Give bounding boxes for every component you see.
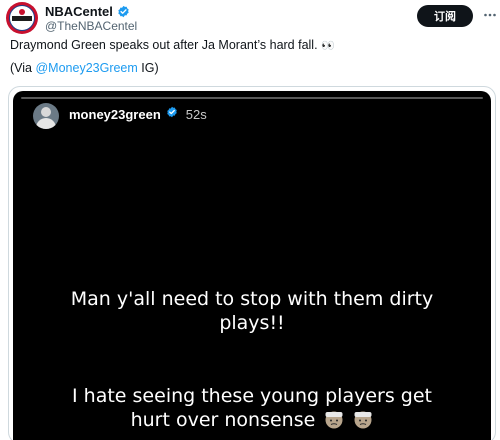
story-caption-1: Man y'all need to stop with them dirty p… — [13, 287, 491, 335]
story-username: money23green — [69, 106, 161, 122]
tweet-text-line-1: Draymond Green speaks out after Ja Moran… — [10, 38, 335, 54]
avatar-dot — [19, 9, 25, 15]
more-dots-icon[interactable] — [483, 8, 497, 22]
display-name[interactable]: NBACentel — [45, 4, 113, 19]
via-mention-link[interactable]: @Money23Greem — [35, 61, 137, 75]
avatar-stripe — [12, 16, 32, 21]
nba-centel-logo-icon[interactable] — [6, 2, 38, 34]
instagram-story-screenshot: money23green 52s Man y'all need to stop … — [13, 91, 491, 440]
story-progress-bar — [21, 97, 483, 99]
tweet-card: NBACentel @TheNBACentel 订阅 Draymond Gree… — [0, 0, 500, 440]
via-suffix: IG) — [137, 61, 159, 75]
face-with-head-bandage-icon — [353, 409, 373, 429]
handle[interactable]: @TheNBACentel — [45, 19, 137, 34]
story-avatar — [33, 103, 59, 129]
story-user-row: money23green 52s — [69, 105, 207, 123]
story-time: 52s — [185, 106, 207, 122]
subscribe-button[interactable]: 订阅 — [417, 5, 473, 27]
via-prefix: (Via — [10, 61, 36, 75]
story-caption-1-line-2: plays!! — [219, 312, 285, 334]
face-with-head-bandage-icon — [324, 409, 344, 429]
story-caption-2-line-2: hurt over nonsense — [130, 409, 316, 431]
story-caption-2-line-2-row: hurt over nonsense — [13, 408, 491, 432]
tweet-text: Draymond Green speaks out after Ja Moran… — [10, 38, 335, 76]
avatar-badge — [9, 5, 35, 31]
story-avatar-head — [41, 107, 51, 117]
tweet-main-text: Draymond Green speaks out after Ja Moran… — [10, 38, 318, 52]
story-caption-2: I hate seeing these young players get hu… — [13, 384, 491, 432]
eyes-emoji-icon: 👀 — [321, 40, 335, 52]
story-avatar-body — [36, 118, 56, 129]
tweet-header: NBACentel @TheNBACentel — [45, 4, 137, 34]
media-card[interactable]: money23green 52s Man y'all need to stop … — [8, 86, 496, 440]
tweet-text-line-2: (Via @Money23Greem IG) — [10, 61, 334, 76]
story-verified-icon — [166, 105, 178, 123]
story-caption-1-line-1: Man y'all need to stop with them dirty — [70, 288, 434, 310]
verified-badge-icon — [117, 5, 130, 18]
story-caption-2-line-1: I hate seeing these young players get — [72, 385, 432, 407]
display-name-row: NBACentel — [45, 4, 137, 19]
